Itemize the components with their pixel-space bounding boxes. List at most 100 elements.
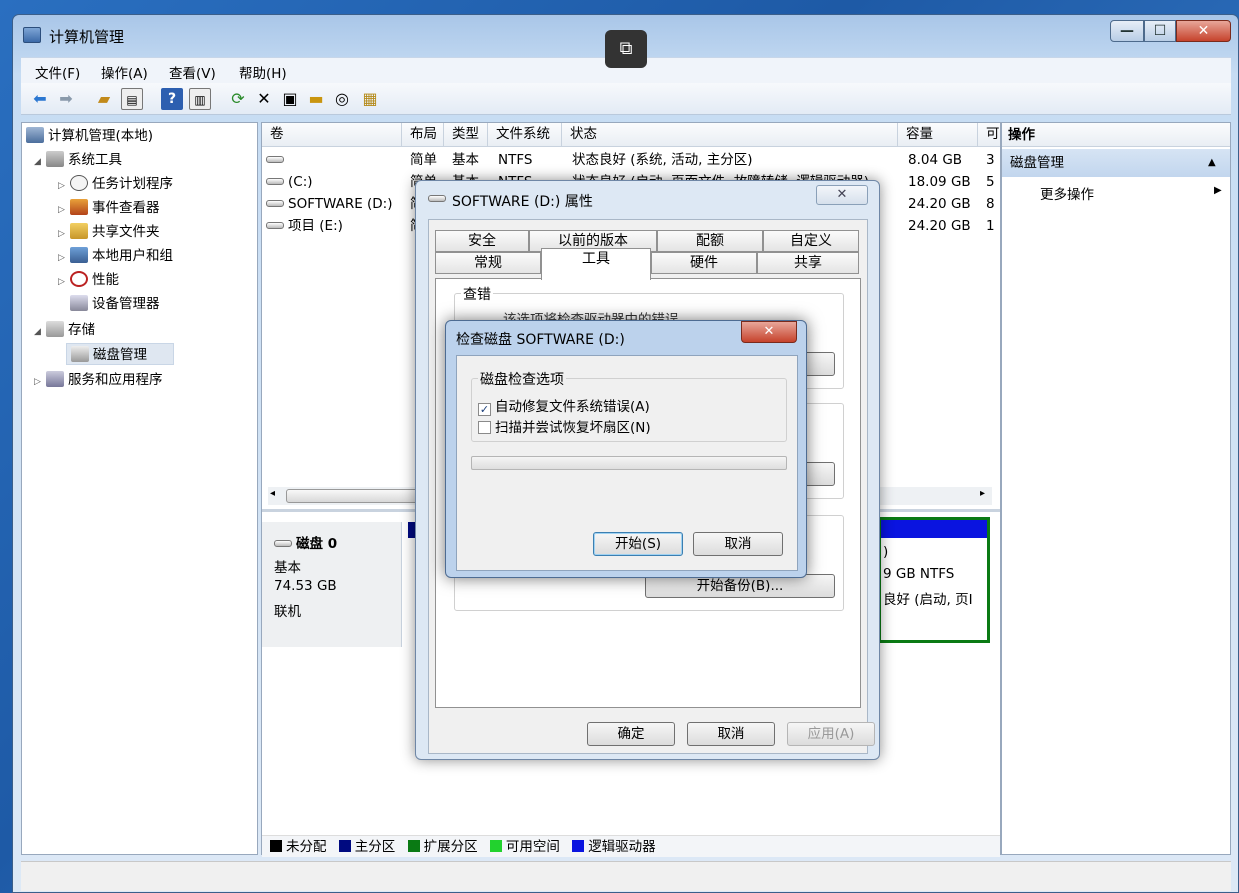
- device-manager-icon: [70, 295, 88, 311]
- col-capacity[interactable]: 容量: [898, 123, 978, 147]
- console-tree: 计算机管理(本地) ◢ 系统工具 ▷ 任务计划程序 ▷ 事件查看器 ▷ 共享文件夹 ▷ 本…: [21, 122, 258, 855]
- cell-capacity: 24.20 GB: [908, 196, 971, 212]
- auto-fix-checkbox[interactable]: ✓: [478, 403, 491, 416]
- col-layout[interactable]: 布局: [402, 123, 444, 147]
- refresh-icon[interactable]: ⟳: [227, 88, 249, 110]
- expand-icon[interactable]: ▷: [58, 199, 70, 221]
- cell-free: 8: [986, 196, 995, 212]
- computer-management-icon: [23, 27, 41, 43]
- tree-item-storage[interactable]: ◢ 存储: [34, 319, 95, 341]
- more-actions-link[interactable]: 更多操作: [1040, 183, 1094, 203]
- cancel-button[interactable]: 取消: [693, 532, 783, 556]
- tab-tools[interactable]: 工具: [541, 248, 651, 280]
- delete-icon[interactable]: ✕: [253, 88, 275, 110]
- tab-customize[interactable]: 自定义: [763, 230, 859, 252]
- tree-item-shared-folders[interactable]: ▷ 共享文件夹: [58, 221, 160, 243]
- tree-item-services-apps[interactable]: ▷ 服务和应用程序: [34, 369, 163, 391]
- scroll-right-icon[interactable]: ▸: [980, 488, 985, 499]
- legend-label: 可用空间: [505, 839, 560, 855]
- forward-arrow-icon[interactable]: ➡: [55, 88, 77, 110]
- scroll-left-icon[interactable]: ◂: [270, 488, 275, 499]
- close-button[interactable]: ✕: [1176, 20, 1231, 42]
- minimize-button[interactable]: —: [1110, 20, 1144, 42]
- expand-icon[interactable]: ▷: [58, 223, 70, 245]
- table-row[interactable]: 项目 (E:): [266, 215, 400, 237]
- scan-bad-sectors-option[interactable]: 扫描并尝试恢复坏扇区(N): [478, 416, 651, 436]
- drive-icon: [266, 178, 284, 185]
- partition-fs: 9 GB NTFS: [883, 566, 955, 582]
- menu-action[interactable]: 操作(A): [101, 62, 148, 82]
- cell-free: 5: [986, 174, 995, 190]
- check-disk-body: 磁盘检查选项 ✓ 自动修复文件系统错误(A) 扫描并尝试恢复坏扇区(N) 开始(S…: [456, 355, 798, 571]
- logical-drive-bar: [881, 520, 987, 538]
- tree-item-local-users[interactable]: ▷ 本地用户和组: [58, 245, 173, 267]
- col-status[interactable]: 状态: [562, 123, 898, 147]
- menu-view[interactable]: 查看(V): [169, 62, 216, 82]
- restore-window-icon[interactable]: ⧉: [605, 30, 647, 68]
- collapse-up-icon[interactable]: ▲: [1208, 149, 1216, 177]
- check-options-group: 磁盘检查选项 ✓ 自动修复文件系统错误(A) 扫描并尝试恢复坏扇区(N): [471, 369, 787, 442]
- close-button[interactable]: ✕: [741, 321, 797, 343]
- help-icon[interactable]: ?: [161, 88, 183, 110]
- auto-fix-option[interactable]: ✓ 自动修复文件系统错误(A): [478, 395, 650, 416]
- expand-icon[interactable]: ▷: [58, 247, 70, 269]
- back-arrow-icon[interactable]: ⬅: [29, 88, 51, 110]
- export-icon[interactable]: ▦: [359, 88, 381, 110]
- tree-item-device-manager[interactable]: 设备管理器: [70, 293, 160, 315]
- menu-help[interactable]: 帮助(H): [239, 62, 287, 82]
- apply-button[interactable]: 应用(A): [787, 722, 875, 746]
- show-hide-action-pane-icon[interactable]: ▥: [189, 88, 211, 110]
- col-filesystem[interactable]: 文件系统: [488, 123, 562, 147]
- table-row[interactable]: (C:): [266, 171, 400, 193]
- search-disk-icon[interactable]: ◎: [331, 88, 353, 110]
- collapse-icon[interactable]: ◢: [34, 321, 46, 343]
- table-row[interactable]: SOFTWARE (D:): [266, 193, 406, 215]
- cancel-button[interactable]: 取消: [687, 722, 775, 746]
- scrollbar-thumb[interactable]: [286, 489, 426, 503]
- maximize-button[interactable]: ☐: [1144, 20, 1176, 42]
- col-free[interactable]: 可: [978, 123, 1000, 147]
- disk0-label[interactable]: 磁盘 0 基本 74.53 GB 联机: [262, 522, 402, 647]
- collapse-icon[interactable]: ◢: [34, 151, 46, 173]
- show-hide-tree-icon[interactable]: ▤: [121, 88, 143, 110]
- tree-item-performance[interactable]: ▷ 性能: [58, 269, 119, 291]
- tree-item-task-scheduler[interactable]: ▷ 任务计划程序: [58, 173, 173, 195]
- services-icon: [46, 371, 64, 387]
- ok-button[interactable]: 确定: [587, 722, 675, 746]
- drive-icon: [266, 222, 284, 229]
- tab-general[interactable]: 常规: [435, 252, 541, 274]
- tab-hardware[interactable]: 硬件: [651, 252, 757, 274]
- up-folder-icon[interactable]: ▰: [93, 88, 115, 110]
- menu-file[interactable]: 文件(F): [35, 62, 80, 82]
- disk0-type: 基本: [274, 560, 301, 576]
- drive-icon: [428, 195, 446, 202]
- start-button[interactable]: 开始(S): [593, 532, 683, 556]
- properties-icon[interactable]: ▣: [279, 88, 301, 110]
- legend-label: 扩展分区: [423, 839, 478, 855]
- expand-icon[interactable]: ▷: [34, 371, 46, 393]
- close-button[interactable]: ✕: [816, 185, 868, 205]
- col-type[interactable]: 类型: [444, 123, 488, 147]
- expand-icon[interactable]: ▷: [58, 271, 70, 293]
- cell-capacity: 24.20 GB: [908, 218, 971, 234]
- cell-fs: NTFS: [498, 152, 533, 168]
- actions-section-disk-management[interactable]: 磁盘管理 ▲: [1002, 149, 1230, 177]
- group-title: 查错: [461, 284, 493, 304]
- legend-swatch-extended: [407, 840, 420, 852]
- tab-quota[interactable]: 配额: [657, 230, 763, 252]
- table-row[interactable]: [266, 149, 400, 171]
- tree-item-system-tools[interactable]: ◢ 系统工具: [34, 149, 122, 171]
- tab-sharing[interactable]: 共享: [757, 252, 859, 274]
- volume-list-header: 卷 布局 类型 文件系统 状态 容量 可: [262, 123, 1000, 147]
- tab-security[interactable]: 安全: [435, 230, 529, 252]
- scan-bad-sectors-checkbox[interactable]: [478, 421, 491, 434]
- tree-item-disk-management[interactable]: 磁盘管理: [66, 343, 174, 365]
- tree-item-root[interactable]: 计算机管理(本地): [26, 125, 153, 147]
- expand-icon[interactable]: ▷: [58, 175, 70, 197]
- clock-icon: [70, 175, 88, 191]
- open-folder-icon[interactable]: ▬: [305, 88, 327, 110]
- tree-item-event-viewer[interactable]: ▷ 事件查看器: [58, 197, 160, 219]
- col-volume[interactable]: 卷: [262, 123, 402, 147]
- legend-label: 逻辑驱动器: [588, 839, 656, 855]
- partition-logical-e[interactable]: ) 9 GB NTFS 良好 (启动, 页I: [878, 517, 990, 643]
